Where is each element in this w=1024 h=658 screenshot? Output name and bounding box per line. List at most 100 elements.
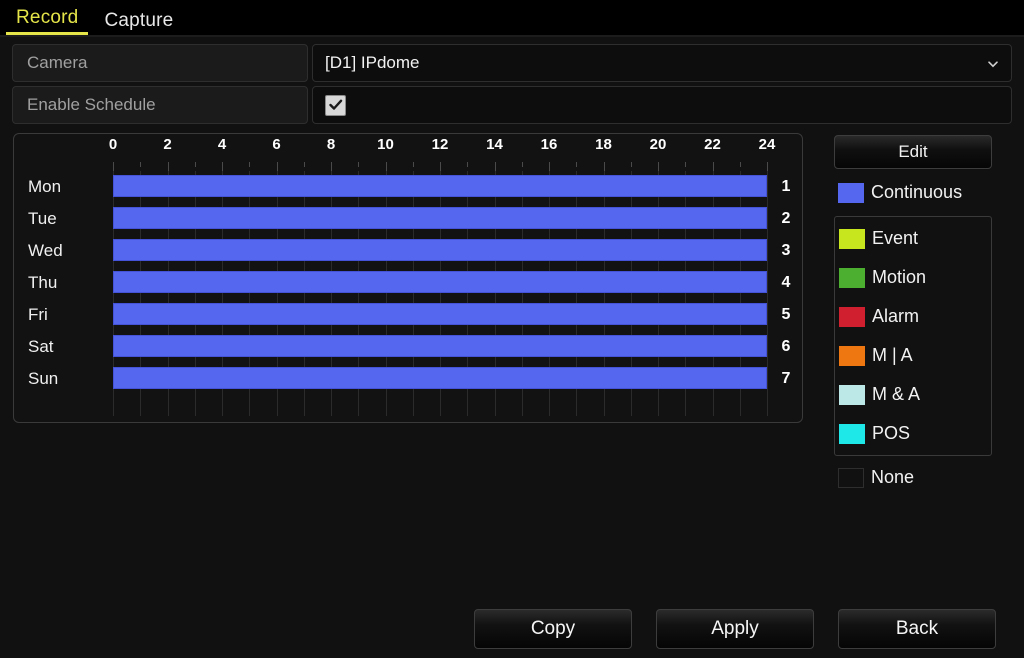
hour-label: 24	[758, 136, 776, 153]
chevron-down-icon	[987, 57, 999, 69]
day-label-wed: Wed	[28, 241, 63, 260]
continuous-color-swatch	[838, 182, 864, 203]
hour-tick	[167, 162, 169, 171]
legend-label: M & A	[872, 384, 921, 404]
tab-bar: Record Capture	[0, 0, 1024, 35]
hour-label: 8	[326, 136, 336, 153]
day-label-thu: Thu	[28, 273, 58, 292]
hour-label: 12	[431, 136, 449, 153]
schedule-segment[interactable]	[113, 239, 767, 261]
schedule-row-sat[interactable]	[113, 335, 767, 357]
enable-schedule-checkbox[interactable]	[325, 94, 346, 116]
schedule-grid[interactable]: 0 2 4 6 8 10 12 14 16 18 20 22 24 Mon Tue Wed Thu Fri Sat…	[13, 133, 803, 423]
settings-form: Camera [D1] IPdome Enable Schedule	[12, 44, 1012, 128]
hour-axis-labels: 0 2 4 6 8 10 12 14 16 18 20 22 24	[109, 136, 776, 162]
hour-tick	[113, 162, 114, 171]
day-label-sat: Sat	[28, 337, 54, 356]
day-number-2: 2	[781, 210, 791, 227]
copy-button[interactable]: Copy	[474, 609, 632, 649]
legend-label: M | A	[872, 345, 913, 365]
color-swatch	[839, 384, 865, 405]
camera-row: Camera [D1] IPdome	[12, 44, 1012, 82]
legend-label-continuous: Continuous	[871, 182, 963, 202]
tab-record[interactable]: Record	[6, 8, 89, 35]
hour-tick	[739, 162, 741, 167]
day-label-tue: Tue	[28, 209, 57, 228]
schedule-segment[interactable]	[113, 303, 767, 325]
hour-tick	[440, 162, 441, 171]
hour-label: 16	[540, 136, 558, 153]
schedule-segment[interactable]	[113, 207, 767, 229]
back-button[interactable]: Back	[838, 609, 996, 649]
hour-tick	[140, 162, 142, 167]
legend-item-event[interactable]: Event	[839, 219, 991, 258]
tab-capture[interactable]: Capture	[94, 11, 183, 35]
schedule-row-thu[interactable]	[113, 271, 767, 293]
hour-tick	[494, 162, 496, 171]
hour-label: 22	[704, 136, 721, 153]
legend-item-continuous: Continuous	[834, 173, 992, 212]
legend-item-m-a[interactable]: M & A	[839, 375, 991, 414]
legend-item-m-a[interactable]: M | A	[839, 336, 991, 375]
hour-tick	[767, 162, 768, 171]
day-label-column: Mon Tue Wed Thu Fri Sat Sun	[15, 171, 114, 416]
schedule-segment[interactable]	[113, 367, 767, 389]
color-swatch	[839, 228, 865, 249]
apply-button[interactable]: Apply	[656, 609, 814, 649]
hour-tick	[603, 162, 605, 171]
legend-item-motion[interactable]: Motion	[839, 258, 991, 297]
legend-item-alarm[interactable]: Alarm	[839, 297, 991, 336]
day-label-mon: Mon	[28, 177, 62, 196]
schedule-row-sun[interactable]	[113, 367, 767, 389]
camera-dropdown[interactable]: [D1] IPdome	[312, 44, 1012, 82]
hour-tick	[303, 162, 305, 167]
schedule-row-fri[interactable]	[113, 303, 767, 325]
day-label-sun: Sun	[28, 369, 59, 388]
legend-label-none: None	[871, 467, 915, 487]
camera-dropdown-value: [D1] IPdome	[325, 53, 420, 72]
hour-label: 2	[163, 136, 172, 153]
hour-tick	[249, 162, 251, 167]
hour-tick	[385, 162, 387, 171]
legend-label: Event	[872, 228, 919, 248]
legend-label: POS	[872, 423, 911, 443]
schedule-segment[interactable]	[113, 335, 767, 357]
hour-label: 6	[272, 136, 281, 153]
day-number-1: 1	[781, 178, 791, 195]
schedule-segment[interactable]	[113, 271, 767, 293]
tab-bar-divider	[0, 35, 1024, 37]
schedule-row-wed[interactable]	[113, 239, 767, 261]
hour-tick	[630, 162, 632, 167]
hour-label: 4	[217, 136, 227, 153]
day-number-7: 7	[781, 370, 791, 387]
hour-axis-ticks	[113, 162, 768, 171]
color-swatch	[839, 306, 865, 327]
day-number-5: 5	[781, 306, 791, 323]
enable-schedule-field	[312, 86, 1012, 124]
camera-label: Camera	[12, 44, 308, 82]
hour-tick	[412, 162, 414, 167]
schedule-row-mon[interactable]	[113, 175, 767, 197]
schedule-row-tue[interactable]	[113, 207, 767, 229]
hour-tick	[331, 162, 332, 171]
day-number-4: 4	[781, 274, 791, 291]
hour-tick	[276, 162, 278, 171]
schedule-segment[interactable]	[113, 175, 767, 197]
legend-item-none: None	[834, 458, 992, 497]
hour-tick	[658, 162, 659, 171]
none-color-swatch	[838, 467, 864, 488]
hour-label: 14	[486, 136, 503, 153]
day-number-6: 6	[781, 338, 791, 355]
schedule-track-area[interactable]	[113, 171, 768, 416]
hour-label: 20	[649, 136, 667, 153]
legend-label: Alarm	[872, 306, 920, 326]
legend-type-group: Event Motion Alarm M | A M & A POS	[834, 216, 992, 456]
enable-schedule-row: Enable Schedule	[12, 86, 1012, 124]
hour-tick	[576, 162, 578, 167]
edit-button[interactable]: Edit	[834, 135, 992, 169]
hour-label: 10	[377, 136, 394, 153]
legend-item-pos[interactable]: POS	[839, 414, 991, 453]
color-swatch	[839, 267, 865, 288]
legend-panel: Edit Continuous Event Motion Alarm M | A M &…	[834, 135, 992, 497]
legend-label: Motion	[872, 267, 927, 287]
